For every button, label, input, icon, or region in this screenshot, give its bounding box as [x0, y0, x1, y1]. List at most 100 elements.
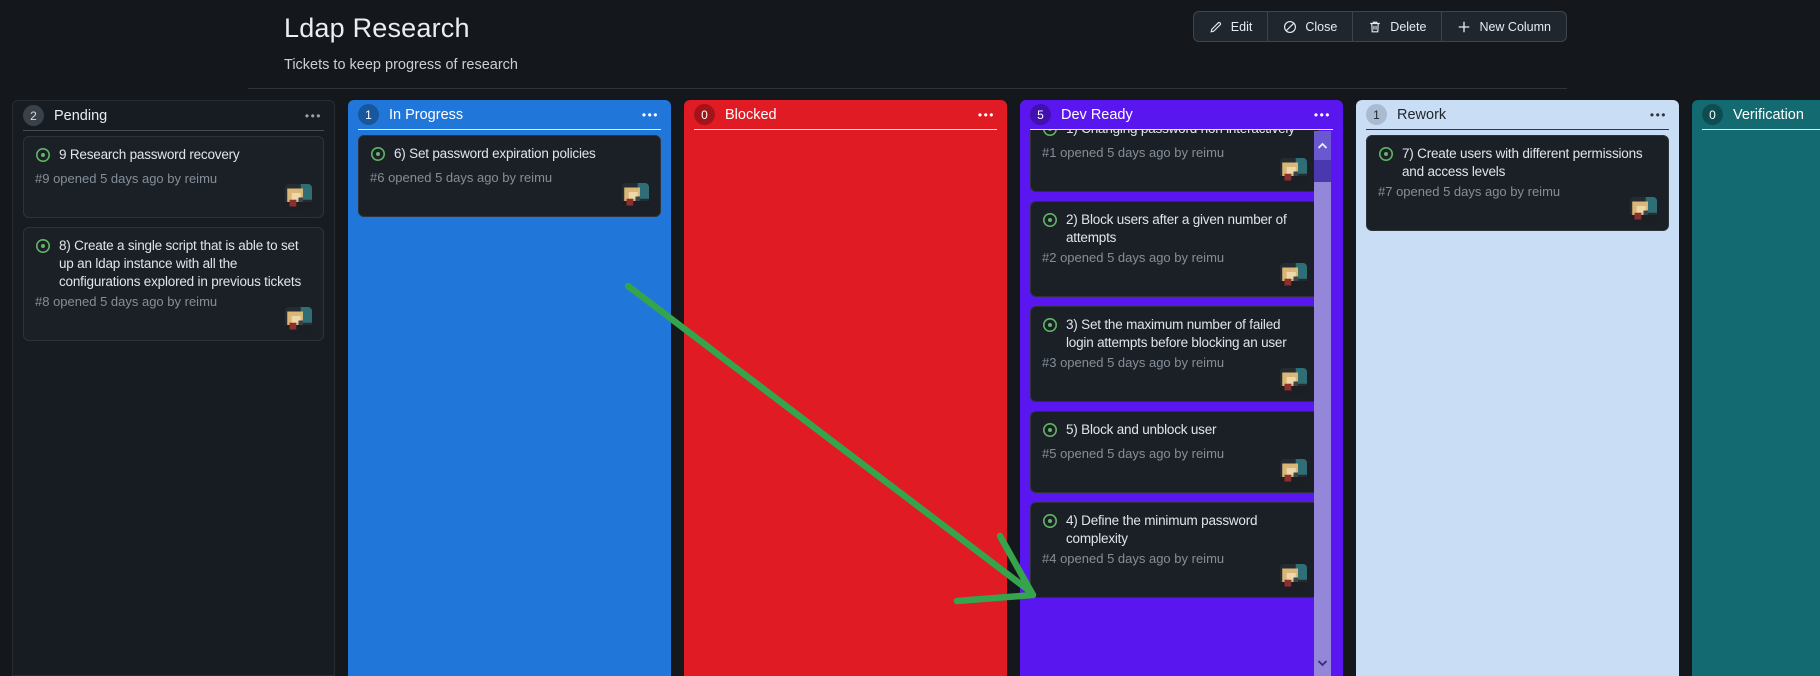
column-body: 6) Set password expiration policies #6 o…	[348, 130, 671, 217]
project-board: 2 Pending ••• 9 Research password recove…	[12, 100, 1820, 676]
delete-button-label: Delete	[1390, 19, 1427, 34]
column-pending: 2 Pending ••• 9 Research password recove…	[12, 100, 335, 676]
card[interactable]: 5) Block and unblock user #5 opened 5 da…	[1030, 411, 1319, 493]
issue-opened-icon	[370, 146, 386, 167]
avatar[interactable]	[285, 184, 312, 211]
chevron-up-icon	[1317, 137, 1328, 155]
card-title: 4) Define the minimum password complexit…	[1066, 513, 1258, 546]
column-menu-button[interactable]: •••	[1312, 109, 1333, 121]
scroll-down-button[interactable]	[1314, 649, 1331, 676]
card-title: 1) Changing password non interactively	[1066, 130, 1295, 138]
card-title: 8) Create a single script that is able t…	[59, 238, 302, 289]
card[interactable]: 4) Define the minimum password complexit…	[1030, 502, 1319, 598]
column-verification: 0 Verification	[1692, 100, 1820, 676]
issue-opened-icon	[1042, 130, 1058, 142]
column-header: 2 Pending •••	[13, 101, 334, 130]
new-column-button-label: New Column	[1479, 19, 1551, 34]
avatar[interactable]	[1280, 158, 1307, 185]
column-title: In Progress	[389, 106, 464, 123]
circle-slash-icon	[1283, 20, 1297, 34]
issue-opened-icon	[1042, 317, 1058, 338]
card[interactable]: 9 Research password recovery #9 opened 5…	[23, 136, 324, 218]
avatar[interactable]	[1280, 263, 1307, 290]
project-toolbar: Edit Close Delete New Column	[1192, 11, 1567, 42]
issue-opened-icon	[1042, 422, 1058, 443]
column-header: 1 Rework •••	[1356, 100, 1679, 129]
card[interactable]: 6) Set password expiration policies #6 o…	[358, 135, 661, 217]
card[interactable]: 7) Create users with different permissio…	[1366, 135, 1669, 231]
kebab-menu-icon: •••	[977, 107, 995, 122]
kebab-menu-icon: •••	[641, 107, 659, 122]
column-rework: 1 Rework ••• 7) Create users with differ…	[1356, 100, 1679, 676]
column-menu-button[interactable]: •••	[1648, 109, 1669, 121]
card-title: 7) Create users with different permissio…	[1402, 146, 1643, 179]
issue-opened-icon	[1042, 212, 1058, 233]
page-subtitle: Tickets to keep progress of research	[284, 57, 518, 73]
column-count-badge: 1	[1366, 104, 1387, 125]
column-header: 0 Verification	[1692, 100, 1820, 129]
dev-ready-scrollbar[interactable]	[1314, 131, 1331, 676]
column-count-badge: 5	[1030, 104, 1051, 125]
issue-opened-icon	[1042, 513, 1058, 534]
kebab-menu-icon: •••	[1313, 107, 1331, 122]
avatar[interactable]	[1630, 197, 1657, 224]
trash-icon	[1368, 20, 1382, 34]
column-menu-button[interactable]: •••	[976, 109, 997, 121]
column-blocked: 0 Blocked •••	[684, 100, 1007, 676]
column-count-badge: 1	[358, 104, 379, 125]
column-body: 9 Research password recovery #9 opened 5…	[13, 131, 334, 341]
edit-button[interactable]: Edit	[1192, 11, 1269, 42]
card-title: 9 Research password recovery	[59, 147, 240, 162]
kebab-menu-icon: •••	[304, 108, 322, 123]
header-divider	[248, 88, 1567, 89]
card[interactable]: 2) Block users after a given number of a…	[1030, 201, 1319, 297]
column-header: 0 Blocked •••	[684, 100, 1007, 129]
new-column-button[interactable]: New Column	[1442, 11, 1567, 42]
page-title: Ldap Research	[284, 13, 470, 43]
avatar[interactable]	[1280, 368, 1307, 395]
scroll-track[interactable]	[1314, 160, 1331, 182]
kebab-menu-icon: •••	[1649, 107, 1667, 122]
issue-opened-icon	[35, 238, 51, 259]
avatar[interactable]	[1280, 564, 1307, 591]
pencil-icon	[1209, 20, 1223, 34]
column-title: Blocked	[725, 106, 777, 123]
avatar[interactable]	[285, 307, 312, 334]
column-title: Rework	[1397, 106, 1447, 123]
column-count-badge: 0	[694, 104, 715, 125]
column-title: Verification	[1733, 106, 1804, 123]
column-header: 5 Dev Ready •••	[1020, 100, 1343, 129]
column-in-progress: 1 In Progress ••• 6) Set password expira…	[348, 100, 671, 676]
column-body: 1) Changing password non interactively #…	[1020, 130, 1319, 676]
column-count-badge: 0	[1702, 104, 1723, 125]
card-title: 5) Block and unblock user	[1066, 422, 1217, 437]
column-title: Dev Ready	[1061, 106, 1133, 123]
column-body: 7) Create users with different permissio…	[1356, 130, 1679, 231]
column-dev-ready: 5 Dev Ready ••• 1) Changing password non…	[1020, 100, 1343, 676]
card-title: 3) Set the maximum number of failed logi…	[1066, 317, 1287, 350]
edit-button-label: Edit	[1230, 19, 1253, 34]
issue-opened-icon	[35, 147, 51, 168]
close-button-label: Close	[1305, 19, 1338, 34]
column-title: Pending	[54, 107, 108, 124]
close-button[interactable]: Close	[1268, 11, 1354, 42]
card[interactable]: 1) Changing password non interactively #…	[1030, 130, 1319, 192]
plus-icon	[1457, 20, 1471, 34]
column-menu-button[interactable]: •••	[640, 109, 661, 121]
column-menu-button[interactable]: •••	[303, 110, 324, 122]
column-body	[684, 130, 1007, 135]
scroll-up-button[interactable]	[1314, 131, 1331, 160]
card[interactable]: 3) Set the maximum number of failed logi…	[1030, 306, 1319, 402]
delete-button[interactable]: Delete	[1353, 11, 1443, 42]
chevron-down-icon	[1317, 654, 1328, 672]
avatar[interactable]	[622, 183, 649, 210]
scroll-thumb[interactable]	[1314, 182, 1331, 649]
column-count-badge: 2	[23, 105, 44, 126]
avatar[interactable]	[1280, 459, 1307, 486]
column-body	[1692, 130, 1820, 135]
card-title: 2) Block users after a given number of a…	[1066, 212, 1287, 245]
issue-opened-icon	[1378, 146, 1394, 167]
card-title: 6) Set password expiration policies	[394, 146, 596, 161]
column-header: 1 In Progress •••	[348, 100, 671, 129]
card[interactable]: 8) Create a single script that is able t…	[23, 227, 324, 341]
